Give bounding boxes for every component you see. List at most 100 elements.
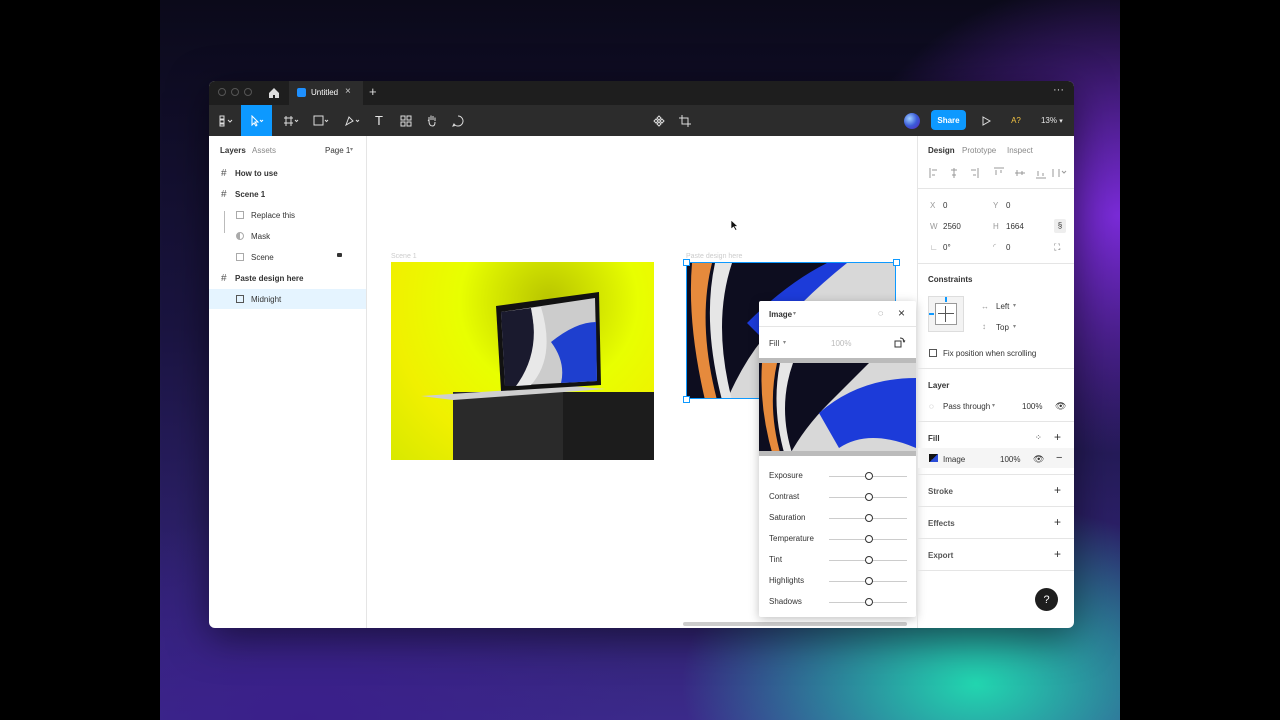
layer-paste-design-here[interactable]: # Paste design here (209, 268, 366, 288)
scene-image[interactable] (391, 262, 654, 460)
layer-label: Mask (251, 231, 271, 241)
present-icon[interactable] (979, 105, 993, 136)
tab-prototype[interactable]: Prototype (962, 146, 996, 155)
share-button[interactable]: Share (931, 110, 966, 130)
popup-opacity[interactable]: 100% (831, 339, 851, 348)
close-dot[interactable] (218, 88, 226, 96)
zoom-level[interactable]: 13% (1039, 105, 1059, 136)
popup-title[interactable]: Image (769, 310, 792, 319)
constraints-title: Constraints (928, 275, 973, 284)
comment-tool-icon[interactable] (448, 105, 468, 136)
layer-scene-1[interactable]: # Scene 1 (209, 184, 366, 204)
maximize-dot[interactable] (244, 88, 252, 96)
move-tool-icon[interactable] (241, 105, 272, 136)
horizontal-scrollbar[interactable] (683, 622, 907, 626)
fill-opacity[interactable]: 100% (1000, 455, 1020, 464)
shape-tool-icon[interactable] (309, 105, 333, 136)
styles-icon[interactable]: ⁘ (1035, 433, 1042, 442)
chevron-down-icon[interactable]: ▾ (1013, 323, 1016, 330)
adjustment-slider-knob[interactable] (865, 556, 873, 564)
add-export-icon[interactable]: + (1054, 547, 1061, 561)
y-input[interactable]: 0 (1006, 201, 1010, 210)
zoom-chevron-icon[interactable]: ▾ (1057, 105, 1065, 136)
frame-label[interactable]: Paste design here (686, 253, 742, 260)
adjustment-slider-knob[interactable] (865, 535, 873, 543)
tab-inspect[interactable]: Inspect (1007, 146, 1033, 155)
adjustment-slider-knob[interactable] (865, 514, 873, 522)
pen-tool-icon[interactable] (340, 105, 364, 136)
vertical-constraint-icon: ↕ (982, 322, 986, 331)
fill-mode-select[interactable]: Fill (769, 339, 779, 348)
more-icon[interactable]: ··· (1053, 84, 1064, 96)
divider (918, 368, 1074, 369)
add-fill-icon[interactable]: + (1054, 430, 1061, 444)
frame-tool-icon[interactable] (279, 105, 303, 136)
image-preview[interactable] (759, 358, 916, 456)
constraint-horizontal-select[interactable]: Left (996, 302, 1009, 311)
layer-how-to-use[interactable]: # How to use (209, 163, 366, 183)
drop-icon[interactable]: ◌ (878, 308, 883, 318)
divider (918, 474, 1074, 475)
chevron-down-icon[interactable]: ▾ (992, 402, 995, 409)
radius-input[interactable]: 0 (1006, 243, 1010, 252)
chevron-down-icon[interactable]: ▾ (1013, 302, 1016, 309)
fix-position-checkbox[interactable] (929, 349, 937, 357)
page-selector[interactable]: Page 1 (325, 146, 350, 155)
image-thumbnail-icon[interactable] (929, 454, 938, 462)
figma-window: Untitled × + ··· T Share A? 13% ▾ Layers… (209, 81, 1074, 628)
resize-handle[interactable] (683, 396, 690, 403)
close-icon[interactable]: × (898, 306, 905, 320)
close-tab-icon[interactable]: × (345, 86, 351, 97)
layer-mask[interactable]: Mask (209, 226, 366, 246)
popup-title-chevron-icon[interactable]: ▾ (793, 310, 796, 317)
layer-opacity[interactable]: 100% (1022, 402, 1042, 411)
w-input[interactable]: 2560 (943, 222, 961, 231)
fill-mode-chevron-icon[interactable]: ▾ (783, 339, 786, 346)
text-tool-icon[interactable]: T (369, 105, 389, 136)
crop-icon[interactable] (675, 105, 695, 136)
rotation-input[interactable]: 0° (943, 243, 951, 252)
minimize-dot[interactable] (231, 88, 239, 96)
avatar[interactable] (904, 113, 920, 129)
resize-handle[interactable] (683, 259, 690, 266)
layer-midnight[interactable]: Midnight (209, 289, 366, 309)
tab-layers[interactable]: Layers (220, 146, 246, 155)
h-input[interactable]: 1664 (1006, 222, 1024, 231)
adjustment-label: Shadows (769, 597, 802, 606)
layer-replace-this[interactable]: Replace this (209, 205, 366, 225)
adjustment-slider-knob[interactable] (865, 577, 873, 585)
adjustment-slider-knob[interactable] (865, 493, 873, 501)
home-icon[interactable] (268, 86, 280, 104)
tab-assets[interactable]: Assets (252, 146, 276, 155)
page-chevron-icon[interactable]: ▾ (350, 146, 353, 153)
adjustment-slider-knob[interactable] (865, 598, 873, 606)
layer-scene[interactable]: Scene (209, 247, 366, 267)
resources-icon[interactable] (396, 105, 416, 136)
user-initials[interactable]: A? (1006, 105, 1026, 136)
help-button[interactable]: ? (1035, 588, 1058, 611)
add-stroke-icon[interactable]: + (1054, 483, 1061, 497)
new-tab-icon[interactable]: + (369, 84, 377, 99)
main-menu-icon[interactable] (214, 105, 238, 136)
hand-tool-icon[interactable] (422, 105, 442, 136)
rotate-icon[interactable] (894, 337, 906, 350)
fill-row[interactable] (918, 448, 1074, 468)
add-effect-icon[interactable]: + (1054, 515, 1061, 529)
x-input[interactable]: 0 (943, 201, 947, 210)
component-icon[interactable] (649, 105, 669, 136)
resize-handle[interactable] (893, 259, 900, 266)
fill-type[interactable]: Image (943, 455, 965, 464)
blend-mode-select[interactable]: Pass through (943, 402, 990, 411)
frame-label[interactable]: Scene 1 (391, 253, 417, 260)
constraint-vertical-select[interactable]: Top (996, 323, 1009, 332)
eye-icon[interactable]: 👁 (1033, 454, 1044, 465)
remove-fill-icon[interactable]: − (1056, 452, 1062, 464)
eye-icon[interactable]: 👁 (1055, 401, 1066, 412)
adjustment-slider-knob[interactable] (865, 472, 873, 480)
constrain-proportions-icon[interactable]: § (1054, 219, 1066, 233)
lock-icon[interactable] (337, 253, 342, 257)
independent-corners-icon[interactable]: ⛶ (1054, 242, 1060, 253)
file-tab[interactable]: Untitled × (289, 81, 363, 105)
tab-design[interactable]: Design (928, 146, 955, 155)
constraint-widget[interactable] (928, 296, 964, 332)
